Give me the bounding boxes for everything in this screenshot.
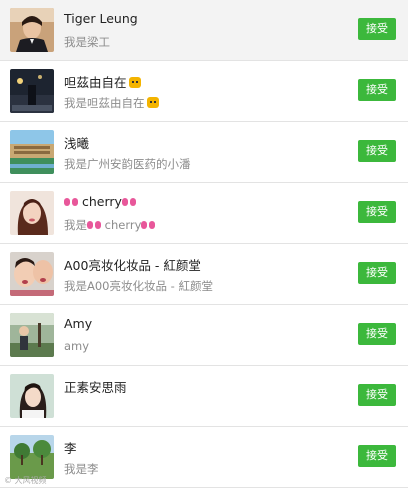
request-row[interactable]: 正素安思雨 接受 [0,366,408,427]
request-row[interactable]: A00亮妆化妆品 - 紅颜堂 我是A00亮妆化妆品 - 紅颜堂 接受 [0,244,408,305]
request-message: 我是广州安韵医药的小潘 [64,157,191,171]
request-message: 我是呾茲由自在 [64,95,159,111]
accept-button[interactable]: 接受 [358,262,396,284]
tiger-emoji-icon [146,97,159,108]
building-photo-icon [10,130,54,174]
accept-button[interactable]: 接受 [358,79,396,101]
request-message: 我是梁工 [64,35,110,49]
requester-name: 正素安思雨 [64,380,127,395]
friend-request-list: Tiger Leung 我是梁工 接受 呾茲由自在 我是呾茲由自在 接受 浅曦 … [0,0,408,488]
requester-name: 呾茲由自在 [64,72,141,91]
request-message: amy [64,339,90,353]
accept-button[interactable]: 接受 [358,140,396,162]
requester-name: Amy [64,316,93,331]
bow-emoji-icon [64,197,78,207]
girl-photo-icon [10,374,54,418]
requester-name: 浅曦 [64,136,90,151]
accept-button[interactable]: 接受 [358,445,396,467]
landscape-photo-icon [10,435,54,479]
accept-button[interactable]: 接受 [358,18,396,40]
request-row[interactable]: 呾茲由自在 我是呾茲由自在 接受 [0,61,408,122]
bow-emoji-icon [121,197,136,207]
request-row[interactable]: 浅曦 我是广州安韵医药的小潘 接受 [0,122,408,183]
request-row[interactable]: 李 我是李 接受 [0,427,408,488]
requester-name: A00亮妆化妆品 - 紅颜堂 [64,258,201,273]
outdoor-person-photo-icon [10,313,54,357]
request-row[interactable]: Amy amy 接受 [0,305,408,366]
accept-button[interactable]: 接受 [358,323,396,345]
accept-button[interactable]: 接受 [358,384,396,406]
man-in-suit-photo-icon [10,8,54,52]
requester-name: 李 [64,441,77,456]
tiger-emoji-icon [128,77,141,88]
woman-portrait-photo-icon [10,191,54,235]
children-photo-icon [10,252,54,296]
watermark: © 大风视频 [4,476,47,485]
request-message: 我是 cherry [64,217,156,233]
dark-street-photo-icon [10,69,54,113]
accept-button[interactable]: 接受 [358,201,396,223]
request-message: 我是李 [64,462,99,476]
requester-name: cherry [64,194,136,209]
request-row[interactable]: Tiger Leung 我是梁工 接受 [0,0,408,61]
request-row[interactable]: cherry 我是 cherry 接受 [0,183,408,244]
bow-emoji-icon [141,220,156,230]
request-message: 我是A00亮妆化妆品 - 紅颜堂 [64,279,213,293]
bow-emoji-icon [87,220,101,230]
requester-name: Tiger Leung [64,11,138,26]
